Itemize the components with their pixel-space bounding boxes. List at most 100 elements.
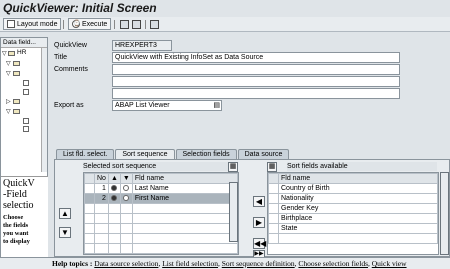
move-down-button[interactable]: ▼ [59, 227, 71, 238]
export-select[interactable]: ABAP List Viewer ▤ [112, 100, 222, 111]
table-row[interactable]: 1 Last Name [84, 183, 238, 194]
row-selector[interactable] [84, 193, 95, 204]
table-row[interactable]: Nationality [268, 193, 438, 204]
row-selector[interactable] [268, 213, 279, 224]
tree-item-hr[interactable]: HR [17, 49, 26, 56]
table-row [84, 233, 238, 244]
available-sort-table: Fld name Country of Birth Nationality Ge… [267, 172, 439, 255]
tree-expand-icon[interactable]: ▷ [6, 98, 11, 105]
data-field-pane: Data field... ▽ HR ▽ ▽ ▷ ▽ QuickV -Field… [0, 37, 48, 260]
window-title: QuickViewer: Initial Screen [3, 1, 157, 15]
column-header-no: No [94, 173, 109, 184]
descending-radio[interactable] [119, 193, 133, 204]
ascending-radio[interactable] [107, 183, 121, 194]
comments-input-1[interactable] [112, 64, 400, 75]
row-selector-header [268, 173, 279, 184]
help-topics-bar: Help topics : Data source selection, Lis… [0, 257, 450, 269]
add-all-fields-button[interactable]: ◀◀ [253, 238, 266, 249]
row-selector[interactable] [268, 183, 279, 194]
field-name: Country of Birth [278, 183, 438, 194]
row-selector[interactable] [268, 193, 279, 204]
sort-ascending-header-icon: ▲ [107, 173, 121, 184]
sort-number: 1 [94, 183, 109, 194]
application-toolbar: Layout mode ⌚ Execute [0, 17, 450, 32]
field-checkbox[interactable] [23, 89, 29, 95]
help-link-sort-sequence[interactable]: Sort sequence definition [222, 259, 295, 268]
table-row[interactable]: 2 First Name [84, 193, 238, 204]
execute-clock-icon: ⌚ [72, 20, 81, 28]
help-link-selection-fields[interactable]: Choose selection fields [298, 259, 368, 268]
available-table-settings-icon[interactable]: ▦ [267, 162, 277, 172]
tree-expand-icon[interactable]: ▽ [6, 108, 11, 115]
layout-mode-button[interactable]: Layout mode [3, 18, 62, 30]
tree-expand-icon[interactable]: ▽ [2, 50, 7, 57]
sort-number: 2 [94, 193, 109, 204]
table-row[interactable]: State [268, 223, 438, 234]
title-label: Title [54, 54, 67, 61]
field-name: Birthplace [278, 213, 438, 224]
tree-expand-icon[interactable]: ▽ [6, 70, 11, 77]
add-sort-field-button[interactable]: ◀ [253, 196, 265, 207]
toolbar-separator [114, 20, 115, 29]
table-settings-icon[interactable]: ▦ [228, 162, 238, 172]
comments-input-2[interactable] [112, 76, 400, 87]
field-checkbox[interactable] [23, 80, 29, 86]
table-row [84, 213, 238, 224]
comments-input-3[interactable] [112, 88, 400, 99]
table-header-row: Fld name [268, 173, 438, 184]
field-name: Last Name [131, 183, 238, 194]
selected-table-scrollbar[interactable] [229, 182, 238, 242]
help-link-list-field[interactable]: List field selection [162, 259, 218, 268]
field-checkbox[interactable] [23, 126, 29, 132]
help-link-quick-view[interactable]: Quick view [372, 259, 407, 268]
descending-radio[interactable] [119, 183, 133, 194]
sort-sequence-panel: Selected sort sequence ▦ No ▲ ▼ Fld name… [54, 159, 450, 258]
quickview-field: HREXPERT3 [112, 40, 172, 51]
table-row[interactable]: Gender Key [268, 203, 438, 214]
binoculars-icon[interactable] [120, 20, 129, 29]
table-row [84, 243, 238, 254]
binoculars-next-icon[interactable] [132, 20, 141, 29]
toolbar-separator [145, 20, 146, 29]
dropdown-icon[interactable]: ▤ [213, 101, 220, 110]
table-row [268, 233, 438, 244]
selected-sort-table: No ▲ ▼ Fld name 1 Last Name 2 First Name [83, 172, 239, 255]
field-name: State [278, 223, 438, 234]
title-input[interactable]: QuickView with Existing InfoSet as Data … [112, 52, 400, 63]
field-name: Nationality [278, 193, 438, 204]
folder-icon [13, 61, 20, 66]
data-field-header: Data field... [1, 38, 47, 48]
row-selector[interactable] [268, 203, 279, 214]
move-up-button[interactable]: ▲ [59, 208, 71, 219]
folder-icon [13, 99, 20, 104]
folder-icon [13, 109, 20, 114]
folder-icon [13, 71, 20, 76]
available-table-scrollbar[interactable] [440, 172, 449, 255]
row-selector-header [84, 173, 95, 184]
column-header-field-name: Fld name [278, 173, 438, 184]
help-title: QuickV -Field selectio [3, 178, 35, 211]
ascending-radio[interactable] [107, 193, 121, 204]
toolbar-separator [63, 20, 64, 29]
help-link-data-source[interactable]: Data source selection [94, 259, 158, 268]
app-window: QuickViewer: Initial Screen Layout mode … [0, 0, 450, 269]
tree-expand-icon[interactable]: ▽ [6, 60, 11, 67]
headphones-icon[interactable] [150, 20, 159, 29]
comments-label: Comments [54, 66, 88, 73]
row-selector[interactable] [84, 183, 95, 194]
table-row [84, 223, 238, 234]
main-area: QuickView HREXPERT3 Title QuickView with… [52, 37, 450, 258]
table-row[interactable]: Birthplace [268, 213, 438, 224]
remove-sort-field-button[interactable]: ▶ [253, 217, 265, 228]
table-row[interactable]: Country of Birth [268, 183, 438, 194]
folder-icon [8, 51, 15, 56]
tree-scrollbar[interactable] [41, 48, 47, 172]
row-selector[interactable] [268, 223, 279, 234]
table-row [84, 203, 238, 214]
execute-button[interactable]: ⌚ Execute [68, 18, 112, 30]
export-label: Export as [54, 102, 84, 109]
table-header-row: No ▲ ▼ Fld name [84, 173, 238, 184]
field-name: Gender Key [278, 203, 438, 214]
layout-icon [7, 20, 15, 28]
field-checkbox[interactable] [23, 118, 29, 124]
